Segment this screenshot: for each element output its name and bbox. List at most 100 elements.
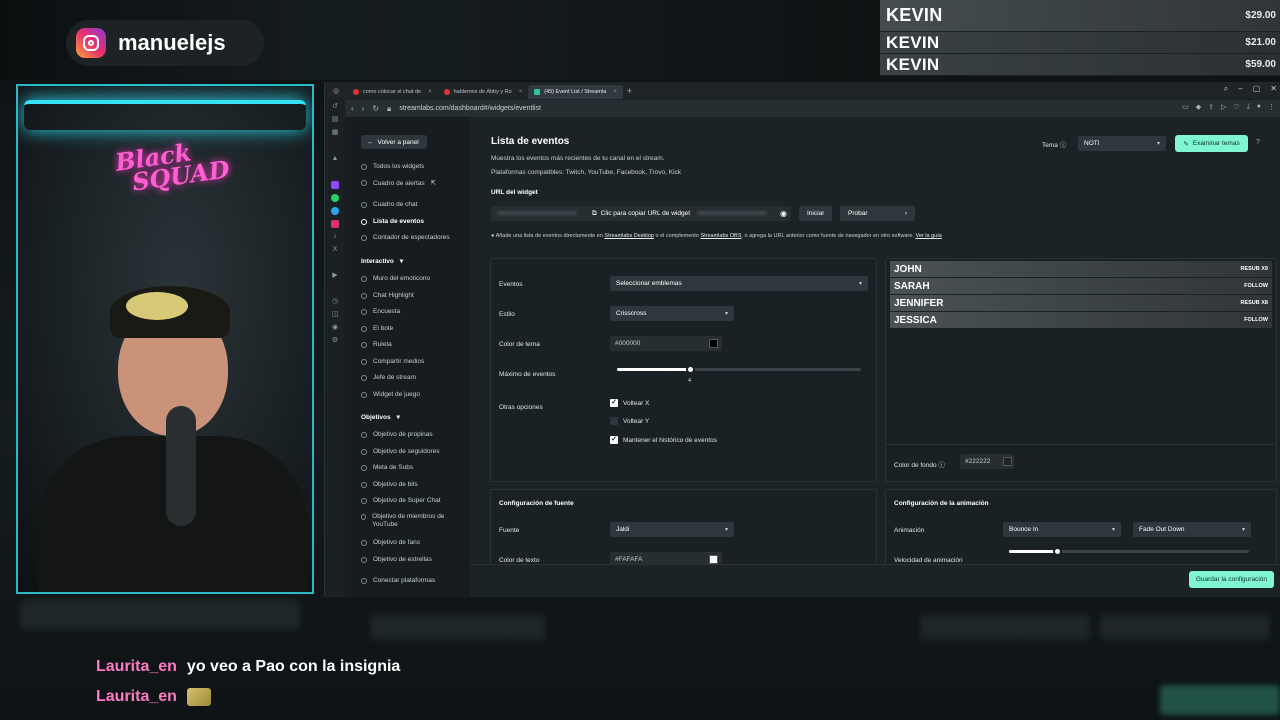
start-button[interactable]: Iniciar	[799, 206, 833, 221]
arc-icon[interactable]: ▲	[331, 155, 339, 163]
animation-speed-slider[interactable]	[1009, 547, 1249, 556]
guide-link[interactable]: Ver la guía	[915, 233, 941, 239]
maximize-icon[interactable]: ▢	[1253, 84, 1261, 94]
sidebar-item[interactable]: Objetivo de bits	[361, 481, 418, 488]
test-button[interactable]: Probar ›	[840, 206, 915, 221]
back-to-dashboard-button[interactable]: ← Volver a panel	[361, 135, 427, 149]
browser-tab-active[interactable]: (45) Event List / Streamla ×	[528, 85, 623, 99]
font-select[interactable]: Jaldi ▾	[610, 522, 734, 537]
download-icon[interactable]: ⤓	[1247, 103, 1250, 111]
sidebar-item-connect-platforms[interactable]: Conectar plataformas	[361, 577, 435, 584]
sidebar-item[interactable]: Encuesta	[361, 308, 400, 315]
sidebar-item[interactable]: Jefe de stream	[361, 374, 416, 381]
sidebar-section-interactive[interactable]: Interactivo ▾	[361, 257, 403, 266]
sidebar-item[interactable]: Ruleta	[361, 341, 392, 348]
search-icon[interactable]: ⌕	[1224, 84, 1228, 94]
sidebar-item-event-list[interactable]: Lista de eventos	[361, 218, 424, 225]
bookmark-icon[interactable]: ▦	[331, 129, 339, 137]
sidebar-item-label: Lista de eventos	[373, 218, 424, 225]
sidebar-item-chat-box[interactable]: Cuadro de chat	[361, 201, 417, 208]
sidebar-section-goals[interactable]: Objetivos ▾	[361, 413, 400, 422]
screenshot-icon[interactable]: ▭	[1182, 103, 1189, 111]
back-icon[interactable]: ‹	[351, 104, 354, 113]
extension-icon[interactable]: ◆	[1196, 103, 1201, 111]
flip-x-checkbox[interactable]: ✓ Voltear X	[610, 399, 649, 407]
sidebar-item[interactable]: Objetivo de propinas	[361, 431, 433, 438]
help-icon[interactable]: ?	[1256, 139, 1260, 146]
more-icon[interactable]: ⋮	[1268, 103, 1275, 111]
heart-icon[interactable]: ♡	[1233, 103, 1239, 111]
clock-icon[interactable]: ◷	[331, 298, 339, 306]
theme-color-input[interactable]: #000000	[610, 336, 722, 351]
close-tab-icon[interactable]: ×	[428, 89, 432, 95]
settings-icon[interactable]: ⚙	[331, 337, 339, 345]
flip-y-checkbox[interactable]: Voltear Y	[610, 417, 649, 425]
player-icon[interactable]: ▶	[331, 272, 339, 280]
checkbox-checked[interactable]: ✓	[610, 399, 618, 407]
twitch-icon[interactable]	[331, 181, 339, 189]
streamlabs-desktop-link[interactable]: Streamlabs Desktop	[604, 233, 654, 239]
wallet-icon[interactable]: ▤	[331, 116, 339, 124]
explore-themes-button[interactable]: ✎ Examinar temas	[1175, 135, 1248, 152]
close-tab-icon[interactable]: ×	[613, 89, 617, 95]
sidebar-item[interactable]: Objetivo de fans	[361, 539, 420, 546]
forward-icon[interactable]: ›	[362, 104, 365, 113]
keep-history-checkbox[interactable]: ✓ Mantener el histórico de eventos	[610, 436, 717, 444]
sidebar-item[interactable]: Widget de juego	[361, 391, 420, 398]
profile-icon[interactable]: ●	[1257, 103, 1261, 111]
checkbox-checked[interactable]: ✓	[610, 436, 618, 444]
sidebar-item-label: Jefe de stream	[373, 374, 416, 381]
page-title: Lista de eventos	[491, 136, 570, 147]
x-icon[interactable]: X	[331, 246, 339, 254]
sidebar-item[interactable]: Objetivo de miembros de YouTube	[361, 513, 451, 529]
youtube-icon	[353, 89, 359, 95]
play-icon[interactable]: ▷	[1221, 103, 1226, 111]
chevron-down-icon: ▾	[1156, 141, 1160, 147]
sidebar-item[interactable]: Objetivo de Super Chat	[361, 497, 441, 504]
max-events-slider[interactable]	[617, 365, 861, 374]
sidebar-item[interactable]: Muro del emoticono	[361, 275, 430, 282]
streamlabs-obs-link[interactable]: Streamlabs OBS	[700, 233, 741, 239]
sidebar-item[interactable]: Objetivo de seguidores	[361, 448, 440, 455]
theme-color-swatch[interactable]	[709, 339, 718, 348]
new-tab-icon[interactable]: +	[627, 86, 632, 96]
style-select[interactable]: Crisscross ▾	[610, 306, 734, 321]
sidebar-item-viewer-count[interactable]: Contador de espectadores	[361, 234, 450, 241]
reload-icon[interactable]: ↻	[372, 104, 379, 113]
events-select[interactable]: Seleccionar emblemas ▾	[610, 276, 868, 291]
sidebar-item[interactable]: Objetivo de estrellas	[361, 556, 432, 563]
minimize-icon[interactable]: –	[1238, 84, 1242, 94]
url-field[interactable]: streamlabs.com/dashboard#/widgets/eventl…	[399, 105, 541, 112]
sidebar-item-alert-box[interactable]: Cuadro de alertas ⇱	[361, 179, 436, 187]
close-icon[interactable]: ✕	[1270, 84, 1277, 94]
instagram-small-icon[interactable]	[331, 220, 339, 228]
cube-icon[interactable]: ◫	[331, 311, 339, 319]
share-icon[interactable]: ⇪	[1208, 103, 1214, 111]
checkbox-unchecked[interactable]	[610, 417, 618, 425]
tiktok-icon[interactable]: ♪	[331, 233, 339, 241]
sidebar-item[interactable]: Meta de Subs	[361, 464, 413, 471]
settings-card: Eventos Seleccionar emblemas ▾ Estilo Cri…	[490, 258, 877, 482]
browser-tab[interactable]: hablemos de Abby y Ro ×	[438, 85, 529, 99]
browser-menu-icon[interactable]: ◎	[325, 87, 347, 95]
telegram-icon[interactable]	[331, 207, 339, 215]
save-settings-button[interactable]: Guardar la configuración	[1188, 571, 1274, 588]
close-tab-icon[interactable]: ×	[519, 89, 523, 95]
sidebar-item-all-widgets[interactable]: Todos los widgets	[361, 163, 424, 170]
animation-out-select[interactable]: Fade Out Down ▾	[1133, 522, 1251, 537]
theme-select[interactable]: NOTI ▾	[1078, 136, 1166, 151]
bg-color-swatch[interactable]	[1003, 457, 1012, 466]
text-color-swatch[interactable]	[709, 555, 718, 564]
sidebar-item[interactable]: Compartir medios	[361, 358, 424, 365]
slider-handle[interactable]	[686, 365, 695, 374]
pin-icon[interactable]: ◉	[331, 324, 339, 332]
sidebar-item[interactable]: El bote	[361, 325, 393, 332]
slider-handle[interactable]	[1053, 547, 1062, 556]
copy-widget-url-field[interactable]: ⧉ Clic para copiar URL de widget ◉	[491, 206, 791, 221]
history-icon[interactable]: ↺	[331, 103, 339, 111]
eye-icon[interactable]: ◉	[780, 209, 787, 218]
animation-in-select[interactable]: Bounce In ▾	[1003, 522, 1121, 537]
whatsapp-icon[interactable]	[331, 194, 339, 202]
browser-tab[interactable]: como colocar el chat de ×	[347, 85, 438, 99]
sidebar-item[interactable]: Chat Highlight	[361, 292, 414, 299]
